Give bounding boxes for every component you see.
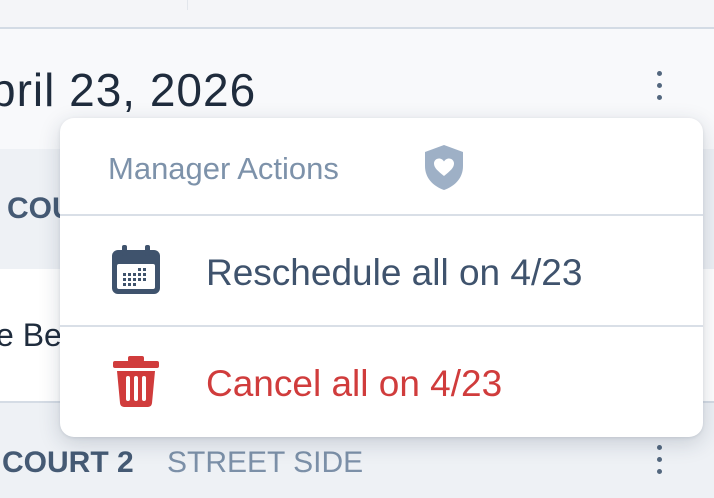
calendar-icon <box>112 245 160 294</box>
shield-heart-icon <box>425 145 463 190</box>
cancel-all-menu-item[interactable]: Cancel all on 4/23 <box>60 327 703 437</box>
more-options-icon[interactable] <box>653 71 665 107</box>
menu-header: Manager Actions <box>60 118 703 214</box>
trash-icon <box>113 356 159 407</box>
reschedule-all-menu-item[interactable]: Reschedule all on 4/23 <box>60 216 703 326</box>
column-divider <box>187 0 188 10</box>
manager-actions-menu: Manager Actions Reschedule all on 4/23 C… <box>60 118 703 437</box>
session-name: e Be <box>0 317 62 353</box>
schedule-page: pril 23, 2026 COU e Be COURT 2 STREET SI… <box>0 0 714 498</box>
top-strip <box>0 0 714 28</box>
menu-title: Manager Actions <box>108 151 339 186</box>
date-title: pril 23, 2026 <box>0 64 257 116</box>
court-name: COURT 2 <box>2 446 134 479</box>
reschedule-all-label: Reschedule all on 4/23 <box>206 252 583 293</box>
court-subtitle: STREET SIDE <box>167 446 364 479</box>
more-options-icon[interactable] <box>653 445 665 481</box>
cancel-all-label: Cancel all on 4/23 <box>206 363 503 404</box>
